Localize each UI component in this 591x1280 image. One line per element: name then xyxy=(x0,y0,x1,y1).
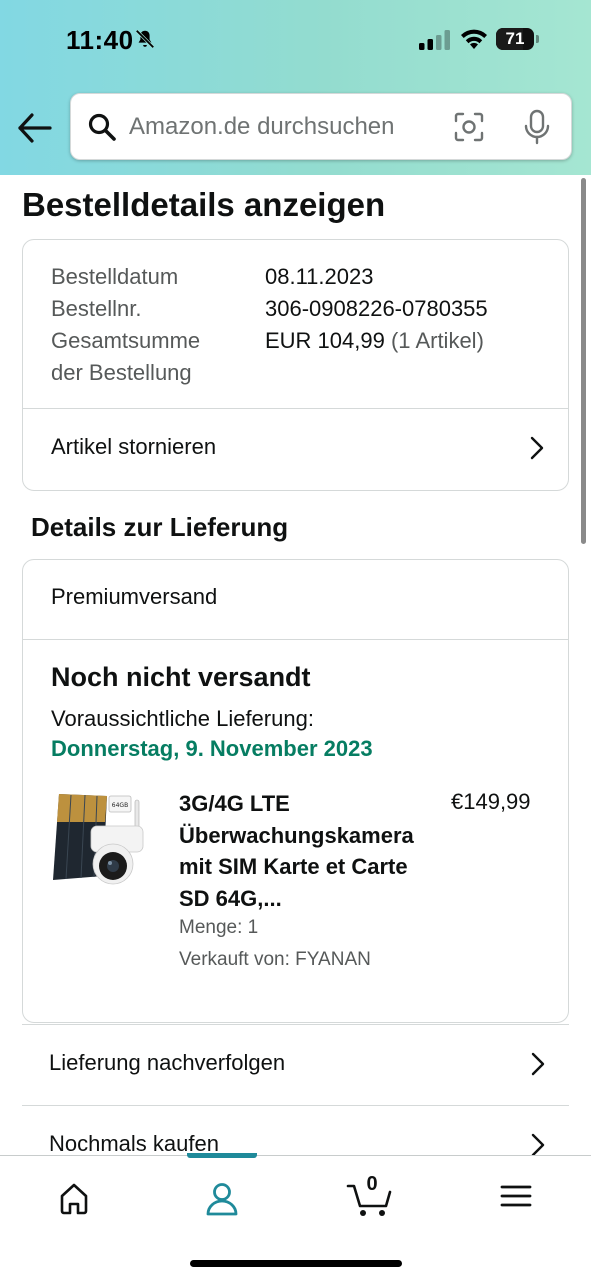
order-number-label: Bestellnr. xyxy=(51,296,142,321)
cancel-items-label: Artikel stornieren xyxy=(51,434,217,459)
order-total-items: (1 Artikel) xyxy=(390,328,484,353)
chevron-right-icon xyxy=(530,436,544,460)
home-icon[interactable] xyxy=(44,1176,104,1220)
cancel-items-row[interactable]: Artikel stornieren xyxy=(23,409,568,490)
home-indicator[interactable] xyxy=(190,1260,402,1267)
order-date-value: 08.11.2023 xyxy=(265,264,374,289)
eta-date: Donnerstag, 9. November 2023 xyxy=(51,736,373,761)
app-header: 11:40 71 xyxy=(0,0,591,175)
order-total-label-line2: der Bestellung xyxy=(51,360,192,385)
order-date-label: Bestelldatum xyxy=(51,264,179,289)
track-delivery-label: Lieferung nachverfolgen xyxy=(49,1050,286,1075)
order-total-label-line1: Gesamtsumme xyxy=(51,328,201,353)
chevron-right-icon xyxy=(531,1052,545,1076)
order-total-amount: EUR 104,99 xyxy=(265,328,385,353)
order-summary-card: Bestelldatum 08.11.2023 Bestellnr. 306-0… xyxy=(22,239,569,491)
menu-icon[interactable] xyxy=(486,1176,546,1220)
cart-count: 0 xyxy=(366,1173,378,1195)
product-image[interactable]: 64GB xyxy=(51,792,147,890)
track-delivery-row[interactable]: Lieferung nachverfolgen xyxy=(22,1025,569,1105)
scrollbar[interactable] xyxy=(581,178,586,544)
search-icon xyxy=(88,113,116,141)
account-icon[interactable] xyxy=(192,1176,252,1220)
order-total-value: EUR 104,99 (1 Artikel) xyxy=(265,328,484,354)
product-quantity: Menge: 1 xyxy=(179,917,259,938)
status-time: 11:40 xyxy=(66,25,134,55)
order-number-value: 306-0908226-0780355 xyxy=(265,296,488,321)
wifi-icon xyxy=(461,29,487,49)
back-arrow-icon[interactable] xyxy=(16,110,54,146)
cart-button[interactable]: 0 xyxy=(342,1173,402,1220)
eta-label: Voraussichtliche Lieferung: xyxy=(51,706,314,731)
product-seller: Verkauft von: FYANAN xyxy=(179,949,371,970)
battery-icon: 71 xyxy=(496,28,540,50)
search-input[interactable] xyxy=(129,94,429,159)
delivery-section-title: Details zur Lieferung xyxy=(31,512,289,542)
bottom-navigation: 0 xyxy=(0,1153,591,1280)
active-tab-indicator xyxy=(187,1153,257,1158)
battery-level: 71 xyxy=(505,29,525,48)
status-bar: 11:40 71 xyxy=(0,0,591,80)
page-title: Bestelldetails anzeigen xyxy=(22,186,386,223)
search-bar[interactable] xyxy=(70,93,572,160)
shipment-status: Noch nicht versandt xyxy=(51,662,311,692)
product-price: €149,99 xyxy=(451,789,531,814)
bell-muted-icon xyxy=(135,29,155,49)
cellular-signal-icon xyxy=(419,30,450,50)
divider xyxy=(23,639,568,640)
shipping-type: Premiumversand xyxy=(51,584,218,609)
microphone-icon[interactable] xyxy=(523,109,551,145)
camera-search-icon[interactable] xyxy=(453,111,485,143)
delivery-card: Premiumversand Noch nicht versandt Vorau… xyxy=(22,559,569,1023)
product-title[interactable]: 3G/4G LTE Überwachungskamera mit SIM Kar… xyxy=(179,788,439,914)
sd-card-label: 64GB xyxy=(112,802,128,809)
